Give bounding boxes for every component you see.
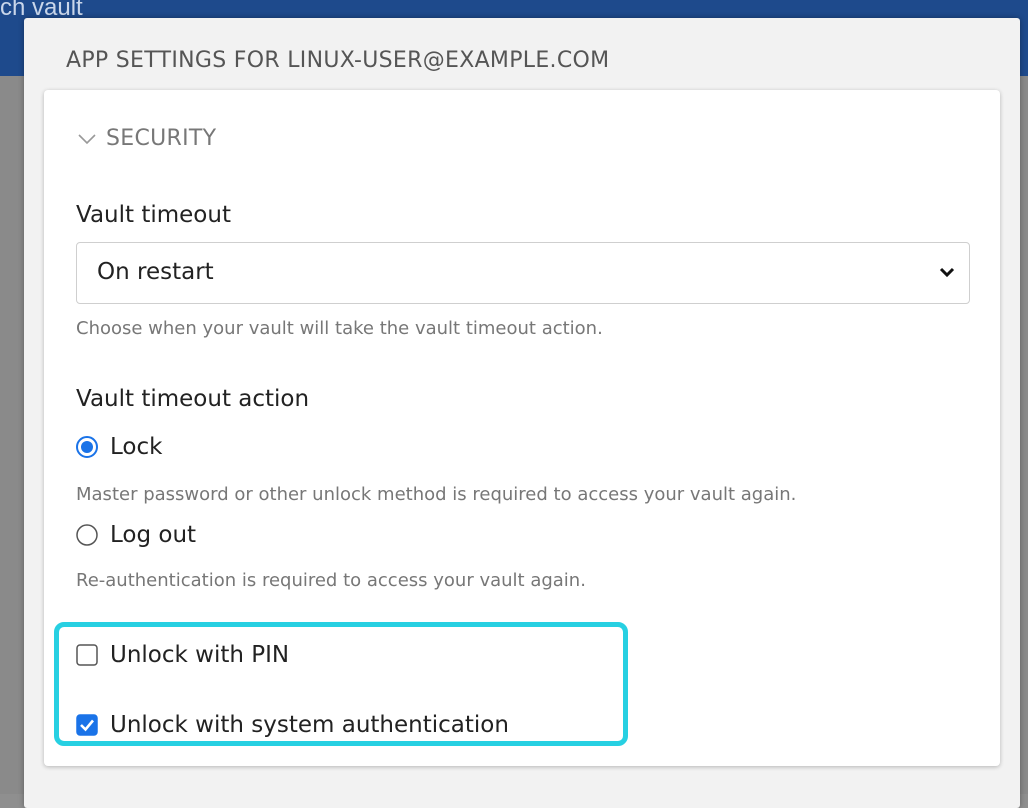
dialog-title: APP SETTINGS FOR LINUX-USER@EXAMPLE.COM [66,48,610,73]
vault-timeout-help: Choose when your vault will take the vau… [76,318,603,339]
radio-selected-icon[interactable] [76,436,98,458]
section-title: SECURITY [106,126,217,151]
checkbox-checked-icon[interactable] [76,714,98,736]
vault-timeout-label: Vault timeout [76,202,231,228]
vault-timeout-action-label: Vault timeout action [76,386,310,412]
radio-log-out-label: Log out [110,522,197,548]
radio-lock-label: Lock [110,434,163,460]
unlock-system-auth-label: Unlock with system authentication [110,712,509,738]
security-section-toggle[interactable]: SECURITY [78,126,216,151]
radio-unselected-icon[interactable] [76,524,98,546]
unlock-pin-label: Unlock with PIN [110,642,290,668]
lock-help: Master password or other unlock method i… [76,484,797,505]
radio-log-out[interactable]: Log out [76,522,196,548]
radio-lock[interactable]: Lock [76,434,162,460]
chevron-down-icon [78,133,96,144]
checkbox-unlock-system-auth[interactable]: Unlock with system authentication [76,712,509,738]
log-out-help: Re-authentication is required to access … [76,570,586,591]
vault-timeout-select[interactable]: On restart [76,242,970,304]
vault-timeout-value: On restart [97,259,214,285]
security-card: SECURITY Vault timeout On restart Choose… [44,90,1000,766]
chevron-down-icon [939,267,955,278]
app-settings-dialog: APP SETTINGS FOR LINUX-USER@EXAMPLE.COM … [24,18,1020,808]
checkbox-unchecked-icon[interactable] [76,644,98,666]
checkbox-unlock-pin[interactable]: Unlock with PIN [76,642,289,668]
